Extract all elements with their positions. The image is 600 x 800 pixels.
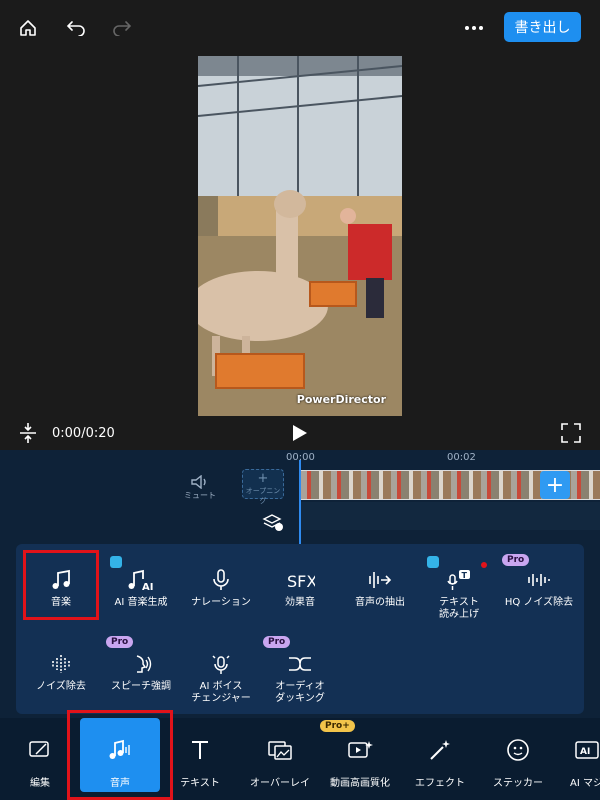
undo-icon <box>66 21 85 36</box>
tool-label: 音声の抽出 <box>355 597 405 608</box>
tool-sfx[interactable]: SFX 効果音 <box>255 566 345 609</box>
tool-label: オーディオ ダッキング <box>275 681 325 704</box>
tool-ai-voice-changer[interactable]: AI ボイス チェンジャー <box>176 650 266 705</box>
tool-text-to-speech[interactable]: T テキスト 読み上げ <box>414 566 504 621</box>
extract-audio-icon <box>369 572 392 588</box>
pro-badge: Pro <box>106 636 134 648</box>
layers-icon <box>262 514 283 531</box>
nav-sticker[interactable]: ステッカー <box>478 718 558 800</box>
home-button[interactable] <box>12 12 44 44</box>
ai-music-icon: AI <box>128 569 153 591</box>
video-preview[interactable]: PowerDirector <box>198 56 402 416</box>
selection-highlight-audio <box>67 710 173 800</box>
redo-button[interactable] <box>106 12 138 44</box>
overlay-icon <box>268 741 292 760</box>
svg-text:AI: AI <box>580 747 590 757</box>
nav-label: ステッカー <box>493 778 543 789</box>
tool-hq-denoise[interactable]: HQ ノイズ除去 <box>494 566 584 609</box>
pro-badge: Pro <box>502 554 530 566</box>
nav-effect[interactable]: エフェクト <box>400 718 480 800</box>
playhead[interactable] <box>299 460 301 550</box>
edit-icon <box>29 741 49 757</box>
undo-button[interactable] <box>60 12 92 44</box>
top-bar: 書き出し <box>0 0 600 56</box>
text-icon <box>192 741 208 759</box>
tool-label: ノイズ除去 <box>36 681 86 692</box>
nav-label: 動画高画質化 <box>330 778 390 789</box>
app: 書き出し PowerDirector 0:00/0:20 00:00 00:02… <box>0 0 600 800</box>
tool-label: スピーチ強調 <box>111 681 171 692</box>
ai-magic-icon: AI <box>575 741 599 759</box>
home-icon <box>20 20 36 36</box>
watermark: PowerDirector <box>296 393 386 406</box>
sfx-icon: SFX <box>287 572 315 591</box>
split-vertical-icon <box>20 423 36 443</box>
svg-text:T: T <box>462 571 468 580</box>
empty-track[interactable] <box>301 502 600 530</box>
play-icon <box>293 425 307 441</box>
sticker-icon <box>507 739 529 761</box>
export-button[interactable]: 書き出し <box>504 12 581 42</box>
tool-label: テキスト 読み上げ <box>439 597 479 620</box>
text-to-speech-icon: T <box>447 570 470 590</box>
tool-extract-audio[interactable]: 音声の抽出 <box>335 566 425 609</box>
tool-label: ナレーション <box>191 597 251 608</box>
new-badge-icon <box>110 556 122 568</box>
tool-label: AI ボイス チェンジャー <box>191 681 251 704</box>
add-clip-button[interactable]: + <box>540 471 570 499</box>
opening-label: オープニング <box>245 487 281 505</box>
microphone-icon <box>213 569 229 590</box>
effect-icon <box>430 740 450 760</box>
more-button[interactable] <box>458 12 490 44</box>
plus-icon: + <box>257 471 269 486</box>
nav-label: AI マジ <box>570 778 600 789</box>
tool-denoise[interactable]: ノイズ除去 <box>16 650 106 693</box>
fullscreen-button[interactable] <box>560 422 582 448</box>
new-badge-icon <box>427 556 439 568</box>
preview-image <box>198 56 402 416</box>
audio-ducking-icon <box>289 657 311 671</box>
tool-label: AI 音楽生成 <box>114 597 168 608</box>
tool-speech-enhance[interactable]: スピーチ強調 <box>96 650 186 693</box>
pro-badge: Pro <box>263 636 291 648</box>
playback-bar: 0:00/0:20 <box>0 416 600 450</box>
denoise-icon <box>52 655 70 673</box>
tool-narration[interactable]: ナレーション <box>176 566 266 609</box>
tool-label: HQ ノイズ除去 <box>504 597 574 608</box>
ruler-label-1: 00:02 <box>447 452 476 463</box>
resize-button[interactable] <box>18 422 38 448</box>
time-display: 0:00/0:20 <box>52 426 115 441</box>
tool-label: 効果音 <box>285 597 315 608</box>
nav-overlay[interactable]: オーバーレイ <box>240 718 320 800</box>
fullscreen-icon <box>561 423 581 443</box>
speech-enhance-icon <box>136 655 152 673</box>
pro-plus-badge: Pro+ <box>320 720 355 732</box>
nav-ai-magic[interactable]: AI AI マジ <box>556 718 600 800</box>
nav-label: オーバーレイ <box>250 778 310 789</box>
svg-text:AI: AI <box>142 582 153 591</box>
notification-dot <box>481 562 487 568</box>
add-opening-button[interactable]: + オープニング <box>242 469 284 505</box>
layers-button[interactable] <box>262 512 284 536</box>
ai-voice-changer-icon <box>212 655 230 674</box>
video-enhance-icon <box>348 741 373 758</box>
nav-label: エフェクト <box>415 778 465 789</box>
more-dots-icon <box>465 26 483 30</box>
svg-text:SFX: SFX <box>287 572 315 591</box>
redo-icon <box>113 21 132 36</box>
plus-icon: + <box>545 472 565 498</box>
tool-ai-music[interactable]: AI AI 音楽生成 <box>96 566 186 609</box>
selection-highlight-music <box>23 550 99 620</box>
hq-denoise-icon <box>528 574 550 586</box>
play-button[interactable] <box>292 424 308 446</box>
tool-audio-ducking[interactable]: オーディオ ダッキング <box>255 650 345 705</box>
mute-label: ミュート <box>184 491 216 500</box>
speaker-icon <box>191 474 206 490</box>
